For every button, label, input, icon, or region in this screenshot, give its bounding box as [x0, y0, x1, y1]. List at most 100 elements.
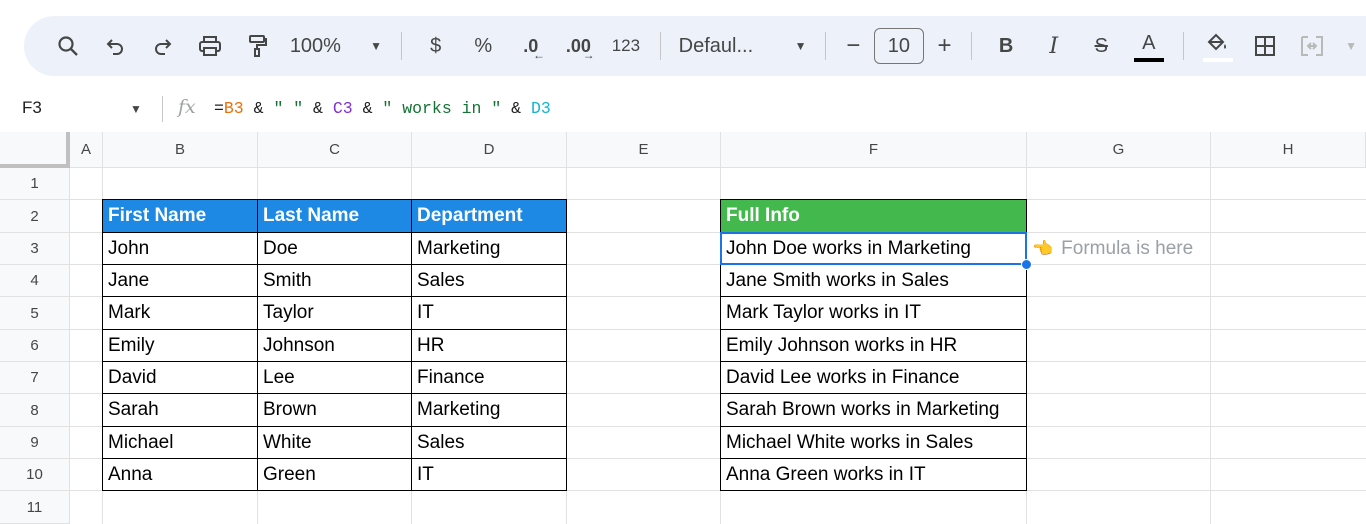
cell-d7[interactable]: Finance — [411, 361, 567, 394]
formula-ref-d3: D3 — [530, 99, 551, 118]
cell-f6[interactable]: Emily Johnson works in HR — [720, 329, 1027, 362]
select-all-corner[interactable] — [0, 132, 70, 168]
formula-ref-c3: C3 — [332, 99, 353, 118]
number-format-button[interactable]: 123 — [602, 28, 650, 64]
zoom-dropdown-icon[interactable]: ▼ — [361, 28, 391, 64]
toolbar: 100% ▼ $ % .0 ← .00 → 123 Defaul... ▼ − … — [24, 16, 1366, 76]
toolbar-divider — [971, 32, 973, 60]
cell-d5[interactable]: IT — [411, 296, 567, 330]
merge-cells-icon[interactable] — [1289, 28, 1337, 64]
column-header-d[interactable]: D — [412, 132, 567, 168]
cell-f5[interactable]: Mark Taylor works in IT — [720, 296, 1027, 330]
percent-format-button[interactable]: % — [459, 28, 507, 64]
cell-c3[interactable]: Doe — [257, 232, 412, 265]
cell-b6[interactable]: Emily — [102, 329, 258, 362]
name-box-dropdown-icon[interactable]: ▼ — [130, 102, 142, 116]
column-header-b[interactable]: B — [103, 132, 258, 168]
formula-bar-divider — [162, 96, 163, 122]
row-header-5[interactable]: 5 — [0, 297, 70, 330]
cell-c10[interactable]: Green — [257, 458, 412, 491]
row-header-7[interactable]: 7 — [0, 362, 70, 394]
bold-button[interactable]: B — [982, 28, 1030, 64]
row-header-2[interactable]: 2 — [0, 200, 70, 233]
print-icon[interactable] — [187, 28, 235, 64]
increase-font-size-button[interactable]: + — [928, 28, 962, 64]
cell-f10[interactable]: Anna Green works in IT — [720, 458, 1027, 491]
cell-f2[interactable]: Full Info — [720, 199, 1027, 233]
cell-f4[interactable]: Jane Smith works in Sales — [720, 264, 1027, 297]
cell-b4[interactable]: Jane — [102, 264, 258, 297]
formula-part: & — [303, 99, 333, 118]
row-header-9[interactable]: 9 — [0, 427, 70, 459]
column-header-f[interactable]: F — [721, 132, 1027, 168]
row-header-10[interactable]: 10 — [0, 459, 70, 491]
fill-handle[interactable] — [1021, 259, 1032, 270]
cell-b7[interactable]: David — [102, 361, 258, 394]
pointing-hand-icon: 👈 — [1032, 239, 1054, 258]
cell-d2[interactable]: Department — [411, 199, 567, 233]
italic-button[interactable]: I — [1030, 28, 1078, 64]
name-box[interactable]: F3 — [22, 98, 42, 118]
cell-d8[interactable]: Marketing — [411, 393, 567, 427]
formula-string: " " — [273, 99, 304, 118]
increase-decimal-button[interactable]: .00 → — [555, 28, 603, 64]
fill-color-swatch — [1202, 58, 1233, 62]
column-header-c[interactable]: C — [258, 132, 412, 168]
cell-c6[interactable]: Johnson — [257, 329, 412, 362]
decrease-font-size-button[interactable]: − — [836, 28, 870, 64]
merge-dropdown-icon[interactable]: ▼ — [1336, 28, 1366, 64]
column-header-h[interactable]: H — [1211, 132, 1366, 168]
font-size-input[interactable]: 10 — [874, 28, 924, 64]
decrease-decimal-button[interactable]: .0 ← — [507, 28, 555, 64]
cell-b2[interactable]: First Name — [102, 199, 258, 233]
cell-b9[interactable]: Michael — [102, 426, 258, 459]
fill-color-button[interactable] — [1194, 28, 1242, 64]
formula-part: = — [214, 99, 224, 118]
cell-c9[interactable]: White — [257, 426, 412, 459]
redo-icon[interactable] — [139, 28, 187, 64]
cell-f8[interactable]: Sarah Brown works in Marketing — [720, 393, 1027, 427]
arrow-left-icon: ← — [533, 48, 545, 62]
cell-d9[interactable]: Sales — [411, 426, 567, 459]
row-header-3[interactable]: 3 — [0, 233, 70, 265]
column-header-g[interactable]: G — [1027, 132, 1211, 168]
font-dropdown-icon[interactable]: ▼ — [786, 28, 816, 64]
undo-icon[interactable] — [92, 28, 140, 64]
toolbar-divider — [1182, 32, 1184, 60]
font-select[interactable]: Defaul... — [671, 28, 786, 64]
paint-format-icon[interactable] — [234, 28, 282, 64]
strikethrough-button[interactable]: S — [1077, 28, 1125, 64]
row-header-1[interactable]: 1 — [0, 168, 70, 200]
row-header-11[interactable]: 11 — [0, 491, 70, 524]
column-header-e[interactable]: E — [567, 132, 721, 168]
formula-bar: F3 ▼ fx =B3 & " " & C3 & " works in " & … — [0, 88, 1366, 130]
formula-part: & — [501, 99, 531, 118]
row-header-4[interactable]: 4 — [0, 265, 70, 297]
cell-b5[interactable]: Mark — [102, 296, 258, 330]
cell-b10[interactable]: Anna — [102, 458, 258, 491]
text-color-button[interactable]: A — [1125, 28, 1173, 64]
cell-d6[interactable]: HR — [411, 329, 567, 362]
formula-part: & — [243, 99, 274, 118]
cell-b8[interactable]: Sarah — [102, 393, 258, 427]
row-header-8[interactable]: 8 — [0, 394, 70, 427]
currency-format-button[interactable]: $ — [412, 28, 460, 64]
cell-d3[interactable]: Marketing — [411, 232, 567, 265]
cell-c8[interactable]: Brown — [257, 393, 412, 427]
cell-d4[interactable]: Sales — [411, 264, 567, 297]
cell-c2[interactable]: Last Name — [257, 199, 412, 233]
borders-icon[interactable] — [1241, 28, 1289, 64]
formula-string: " works in " — [382, 99, 502, 118]
cell-b3[interactable]: John — [102, 232, 258, 265]
cell-c5[interactable]: Taylor — [257, 296, 412, 330]
cell-c7[interactable]: Lee — [257, 361, 412, 394]
cell-c4[interactable]: Smith — [257, 264, 412, 297]
cell-d10[interactable]: IT — [411, 458, 567, 491]
row-header-6[interactable]: 6 — [0, 330, 70, 362]
zoom-select[interactable]: 100% — [282, 28, 361, 64]
cell-f7[interactable]: David Lee works in Finance — [720, 361, 1027, 394]
formula-input[interactable]: =B3 & " " & C3 & " works in " & D3 — [214, 99, 551, 118]
cell-f9[interactable]: Michael White works in Sales — [720, 426, 1027, 459]
column-header-a[interactable]: A — [70, 132, 103, 168]
search-menus-icon[interactable] — [44, 28, 92, 64]
